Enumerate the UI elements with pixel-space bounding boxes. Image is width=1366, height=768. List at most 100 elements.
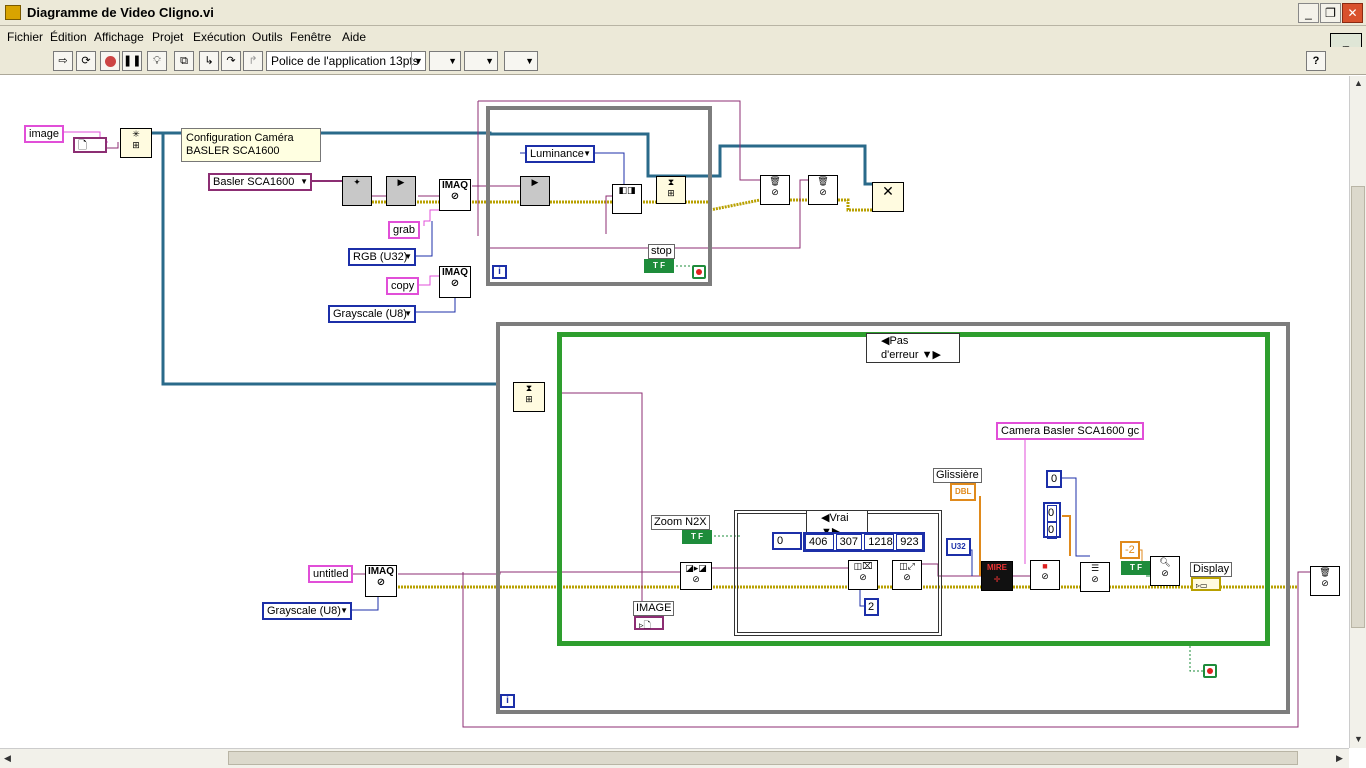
- image-refnum-constant[interactable]: 🗋︎: [73, 137, 107, 153]
- horizontal-scroll-thumb[interactable]: [228, 751, 1298, 765]
- image-indicator-terminal: ▹🗋︎: [634, 616, 664, 630]
- imaq-create-grab-node[interactable]: IMAQ ⊘: [439, 179, 471, 211]
- grab-name-constant[interactable]: grab: [388, 221, 421, 239]
- imaq-init-node[interactable]: ✦: [342, 176, 372, 206]
- menu-fichier[interactable]: Fichier: [7, 30, 43, 44]
- font-selector[interactable]: Police de l'application 13pts ▼: [266, 51, 426, 71]
- neg-two-constant[interactable]: -2: [1120, 541, 1140, 559]
- retain-wire-values-icon[interactable]: ⧉: [174, 51, 194, 71]
- zoom-label: Zoom N2X: [651, 515, 710, 530]
- mire-subvi-node[interactable]: MIRE ✛: [981, 561, 1013, 591]
- pause-icon[interactable]: ❚❚: [122, 51, 142, 71]
- horizontal-scrollbar[interactable]: ◀ ▶: [0, 748, 1349, 768]
- zero-array-elem-2[interactable]: 0: [1047, 522, 1057, 539]
- abort-icon[interactable]: [100, 51, 120, 71]
- imaq-extract-plane-node[interactable]: ◧◨: [612, 184, 642, 214]
- grayscale-type-constant[interactable]: Grayscale (U8): [328, 305, 416, 323]
- imaq-create-node[interactable]: ✳ ⊞: [120, 128, 152, 158]
- glissiere-terminal[interactable]: DBL: [950, 483, 977, 501]
- zero-constant-a[interactable]: 0: [1046, 470, 1062, 488]
- rect-array-constant[interactable]: 406 307 1218 923: [803, 532, 925, 552]
- copy-name-constant[interactable]: copy: [386, 277, 420, 295]
- zoom-factor-constant[interactable]: 2: [864, 598, 879, 616]
- vertical-scroll-thumb[interactable]: [1351, 186, 1365, 628]
- display-indicator-terminal: ▹▭: [1191, 577, 1221, 591]
- menu-execution[interactable]: Exécution: [193, 30, 246, 44]
- rect-index-constant[interactable]: 0: [772, 532, 802, 550]
- luminance-constant[interactable]: Luminance: [525, 145, 595, 163]
- u32-constant[interactable]: U32: [946, 538, 971, 556]
- rect-top[interactable]: 307: [835, 534, 863, 550]
- scroll-left-icon[interactable]: ◀: [4, 753, 11, 764]
- menu-fenetre[interactable]: Fenêtre: [290, 30, 331, 44]
- image-name-constant[interactable]: image: [24, 125, 64, 143]
- imaq-create-copy-node[interactable]: IMAQ ⊘: [439, 266, 471, 298]
- camera-name-constant[interactable]: Basler SCA1600: [208, 173, 312, 191]
- imaq-window-zoom-node[interactable]: 🔍︎ ⊘: [1150, 556, 1180, 586]
- imaq-dispose-node-2[interactable]: 🗑︎ ⊘: [808, 175, 838, 205]
- imaq-overlay-node[interactable]: ■ ⊘: [1030, 560, 1060, 590]
- stop-label: stop: [648, 244, 675, 259]
- step-over-icon[interactable]: ↷: [221, 51, 241, 71]
- toolbar: ⇨ ⟳ ❚❚ 💡︎ ⧉ ↳ ↷ ↱ Police de l'applicatio…: [0, 47, 1366, 75]
- rect-bottom[interactable]: 923: [896, 534, 923, 550]
- run-arrow-icon[interactable]: ⇨: [53, 51, 73, 71]
- reorder-icon[interactable]: ▼: [504, 51, 538, 71]
- imaq-display-node[interactable]: ⧗ ⊞: [656, 176, 686, 204]
- display-label: Display: [1190, 562, 1233, 577]
- restore-button[interactable]: ❐: [1320, 3, 1341, 23]
- imaq-grab-node[interactable]: ▶: [520, 176, 550, 206]
- glissiere-label: Glissière: [933, 468, 982, 483]
- case-selector-outer[interactable]: ◀Pas d'erreur ▼▶: [866, 333, 960, 363]
- image-indicator-label: IMAGE: [633, 601, 675, 616]
- close-button[interactable]: ✕: [1342, 3, 1363, 23]
- boolean-constant[interactable]: T F: [1121, 561, 1151, 575]
- imaq-dispose-node-3[interactable]: 🗑︎ ⊘: [1310, 566, 1340, 596]
- zoom-control-terminal[interactable]: T F: [682, 530, 712, 544]
- context-help-button[interactable]: ?: [1306, 51, 1326, 71]
- scroll-down-icon[interactable]: ▼: [1354, 734, 1363, 744]
- imaq-copy-node[interactable]: ◪▸◪ ⊘: [680, 562, 712, 590]
- minimize-button[interactable]: _: [1298, 3, 1319, 23]
- step-out-icon[interactable]: ↱: [243, 51, 263, 71]
- menu-projet[interactable]: Projet: [152, 30, 183, 44]
- labview-app-icon: [5, 5, 21, 20]
- rgb-type-constant[interactable]: RGB (U32): [348, 248, 416, 266]
- scroll-up-icon[interactable]: ▲: [1354, 78, 1363, 88]
- imaq-display-window-node[interactable]: ⧗ ⊞: [513, 382, 545, 412]
- bottom-stop-condition-icon[interactable]: [1203, 664, 1217, 678]
- menu-edition[interactable]: Édition: [50, 30, 87, 44]
- menu-aide[interactable]: Aide: [342, 30, 366, 44]
- block-diagram[interactable]: image 🗋︎ ✳ ⊞ Configuration Caméra BASLER …: [0, 76, 1349, 748]
- zero-array-constant[interactable]: 0 0: [1043, 502, 1061, 539]
- menu-bar: Fichier Édition Affichage Projet Exécuti…: [0, 26, 1366, 47]
- stop-condition-icon[interactable]: [692, 265, 706, 279]
- top-loop-iteration-terminal: i: [492, 265, 507, 279]
- imaq-configure-node[interactable]: ▶: [386, 176, 416, 206]
- imaq-close-node[interactable]: ✕: [872, 182, 904, 212]
- imaq-create-untitled-node[interactable]: IMAQ ⊘: [365, 565, 397, 597]
- align-icon[interactable]: ▼: [429, 51, 461, 71]
- imaq-window-setup-node[interactable]: ☰ ⊘: [1080, 562, 1110, 592]
- title-bar: Diagramme de Video Cligno.vi _ ❐ ✕: [0, 0, 1366, 26]
- imaq-extract-node[interactable]: ◫⌧ ⊘: [848, 560, 878, 590]
- camera-basler-config-constant[interactable]: Camera Basler SCA1600 gc: [996, 422, 1145, 440]
- step-into-icon[interactable]: ↳: [199, 51, 219, 71]
- run-continuous-icon[interactable]: ⟳: [76, 51, 96, 71]
- scroll-right-icon[interactable]: ▶: [1336, 753, 1343, 764]
- zero-array-elem-1[interactable]: 0: [1047, 505, 1057, 522]
- untitled-name-constant[interactable]: untitled: [308, 565, 354, 583]
- rect-left[interactable]: 406: [805, 534, 834, 550]
- grayscale-type-constant-2[interactable]: Grayscale (U8): [262, 602, 352, 620]
- distribute-icon[interactable]: ▼: [464, 51, 498, 71]
- highlight-execution-icon[interactable]: 💡︎: [147, 51, 167, 71]
- rect-right[interactable]: 1218: [864, 534, 895, 550]
- menu-affichage[interactable]: Affichage: [94, 30, 144, 44]
- menu-outils[interactable]: Outils: [252, 30, 283, 44]
- window-title: Diagramme de Video Cligno.vi: [27, 5, 214, 20]
- stop-control-terminal[interactable]: T F: [644, 259, 674, 273]
- vertical-scrollbar[interactable]: ▲ ▼: [1349, 76, 1366, 748]
- bottom-loop-iteration-terminal: i: [500, 694, 515, 708]
- imaq-dispose-node-1[interactable]: 🗑︎ ⊘: [760, 175, 790, 205]
- imaq-resample-node[interactable]: ◫⤢ ⊘: [892, 560, 922, 590]
